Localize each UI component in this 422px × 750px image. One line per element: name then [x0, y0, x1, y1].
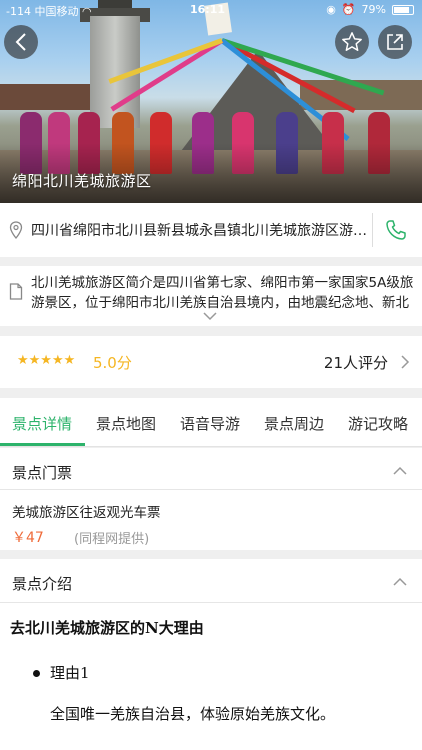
battery-icon: [392, 4, 414, 15]
tab-travel-notes[interactable]: 游记攻略: [348, 413, 408, 434]
location-pin-icon: [9, 221, 23, 239]
reason-text: 全国唯一羌族自治县，体验原始羌族文化。: [50, 705, 336, 723]
chevron-down-icon[interactable]: [202, 311, 218, 321]
alarm-icon: ⏰: [341, 3, 356, 16]
tickets-divider: [0, 489, 422, 490]
wifi-icon: ◠: [81, 5, 92, 18]
star-outline-icon: [342, 32, 362, 51]
tab-active-indicator: [0, 443, 85, 446]
tab-details[interactable]: 景点详情: [12, 413, 72, 434]
share-button[interactable]: [378, 25, 412, 59]
rating-row[interactable]: ★★★★★ 5.0分 21人评分: [0, 336, 422, 388]
ticket-name[interactable]: 羌城旅游区往返观光车票: [12, 501, 161, 521]
address-divider: [372, 213, 373, 247]
chevron-right-icon: [401, 355, 410, 369]
reason-label: 理由1: [50, 664, 90, 682]
tab-audio-guide[interactable]: 语音导游: [180, 413, 240, 434]
ticket-source: (同程网提供): [74, 532, 150, 547]
scenic-title: 绵阳北川羌城旅游区: [12, 172, 152, 190]
address-row[interactable]: 四川省绵阳市北川县新县城永昌镇北川羌城旅游区游客中心: [0, 203, 422, 257]
battery-percent: 79%: [361, 3, 386, 16]
status-left: -114 中国移动 ◠: [6, 3, 92, 19]
ticket-price: ￥47: [12, 530, 44, 546]
list-bullet: [33, 670, 40, 677]
scenic-intro-heading: 景点介绍: [12, 575, 73, 593]
rating-stars: ★★★★★: [17, 353, 76, 368]
rating-score: 5.0分: [93, 354, 132, 372]
address-text: 四川省绵阳市北川县新县城永昌镇北川羌城旅游区游客中心: [31, 223, 367, 239]
status-bar: -114 中国移动 ◠ 16:11 ◉ ⏰ 79%: [0, 0, 422, 20]
intro-summary[interactable]: 北川羌城旅游区简介是四川省第七家、绵阳市第一家国家5A级旅游景区，位于绵阳市北川…: [0, 266, 422, 326]
chevron-up-icon[interactable]: [392, 466, 408, 476]
share-icon: [387, 34, 403, 50]
document-icon: [9, 283, 23, 300]
back-button[interactable]: [4, 25, 38, 59]
status-time: 16:11: [190, 3, 226, 16]
status-right: ◉ ⏰ 79%: [326, 3, 414, 16]
tickets-heading: 景点门票: [12, 464, 73, 482]
intro-text: 北川羌城旅游区简介是四川省第七家、绵阳市第一家国家5A级旅游景区，位于绵阳市北川…: [31, 275, 414, 311]
phone-icon[interactable]: [384, 218, 408, 242]
carrier-name: 中国移动: [34, 5, 79, 18]
scenic-intro-divider: [0, 602, 422, 603]
rating-count: 21人评分: [323, 354, 388, 372]
favorite-button[interactable]: [335, 25, 369, 59]
chevron-left-icon: [15, 33, 26, 51]
tab-bar: 景点详情 景点地图 语音导游 景点周边 游记攻略: [0, 398, 422, 447]
chevron-up-icon[interactable]: [392, 577, 408, 587]
orientation-lock-icon: ◉: [326, 3, 336, 16]
signal-strength: -114: [6, 5, 31, 18]
tab-map[interactable]: 景点地图: [96, 413, 156, 434]
article-title: 去北川羌城旅游区的N大理由: [10, 619, 204, 637]
tab-nearby[interactable]: 景点周边: [264, 413, 324, 434]
